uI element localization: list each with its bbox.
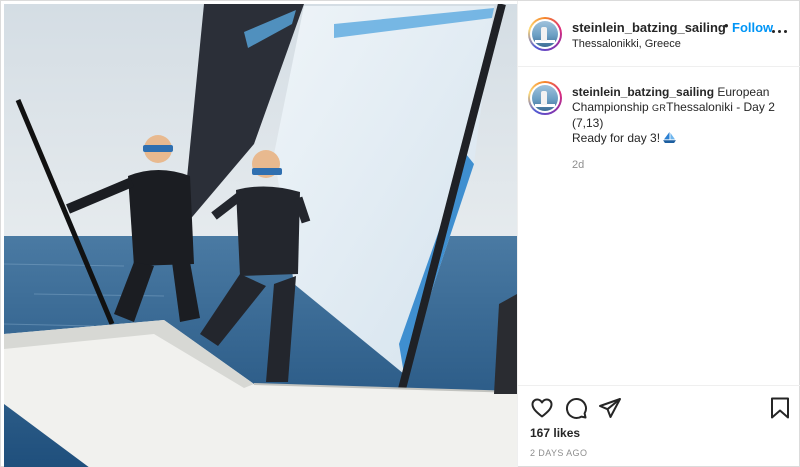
caption-username[interactable]: steinlein_batzing_sailing: [572, 85, 714, 99]
caption-line-2-prefix: Championship: [572, 100, 653, 114]
post-header: steinlein_batzing_sailing • Follow Thess…: [518, 1, 800, 67]
caption-line-2-suffix: Thessaloniki - Day 2: [666, 100, 775, 114]
caption-text: steinlein_batzing_sailing European Champ…: [572, 85, 794, 146]
sailboat-emoji-icon: [663, 132, 677, 143]
caption-profile-picture: [532, 85, 558, 111]
follow-button[interactable]: Follow: [732, 20, 773, 35]
profile-picture: [532, 21, 558, 47]
posted-time: 2 DAYS AGO: [530, 448, 588, 458]
bookmark-icon[interactable]: [768, 396, 792, 420]
likes-count[interactable]: 167 likes: [530, 426, 580, 440]
caption-line-4: Ready for day 3!: [572, 131, 661, 145]
more-options-icon[interactable]: [770, 23, 790, 39]
flag-gr-icon: GR: [652, 103, 667, 113]
instagram-post: steinlein_batzing_sailing • Follow Thess…: [0, 0, 800, 467]
separator-dot: •: [724, 18, 729, 33]
location-link[interactable]: Thessalonikki, Greece: [572, 38, 681, 50]
send-icon[interactable]: [598, 396, 622, 420]
caption-timestamp: 2d: [572, 159, 585, 171]
caption-line-1: European: [717, 85, 770, 99]
caption-avatar[interactable]: [528, 81, 562, 115]
avatar[interactable]: [528, 17, 562, 51]
caption-line-3: (7,13): [572, 116, 604, 130]
post-photo[interactable]: [4, 4, 517, 467]
header-username[interactable]: steinlein_batzing_sailing: [572, 20, 726, 35]
heart-icon[interactable]: [530, 396, 554, 420]
sailing-photo-illustration: [4, 4, 517, 467]
comment-icon[interactable]: [564, 396, 588, 420]
post-actions: 167 likes 2 DAYS AGO: [518, 385, 800, 467]
post-sidebar: steinlein_batzing_sailing • Follow Thess…: [517, 1, 800, 467]
